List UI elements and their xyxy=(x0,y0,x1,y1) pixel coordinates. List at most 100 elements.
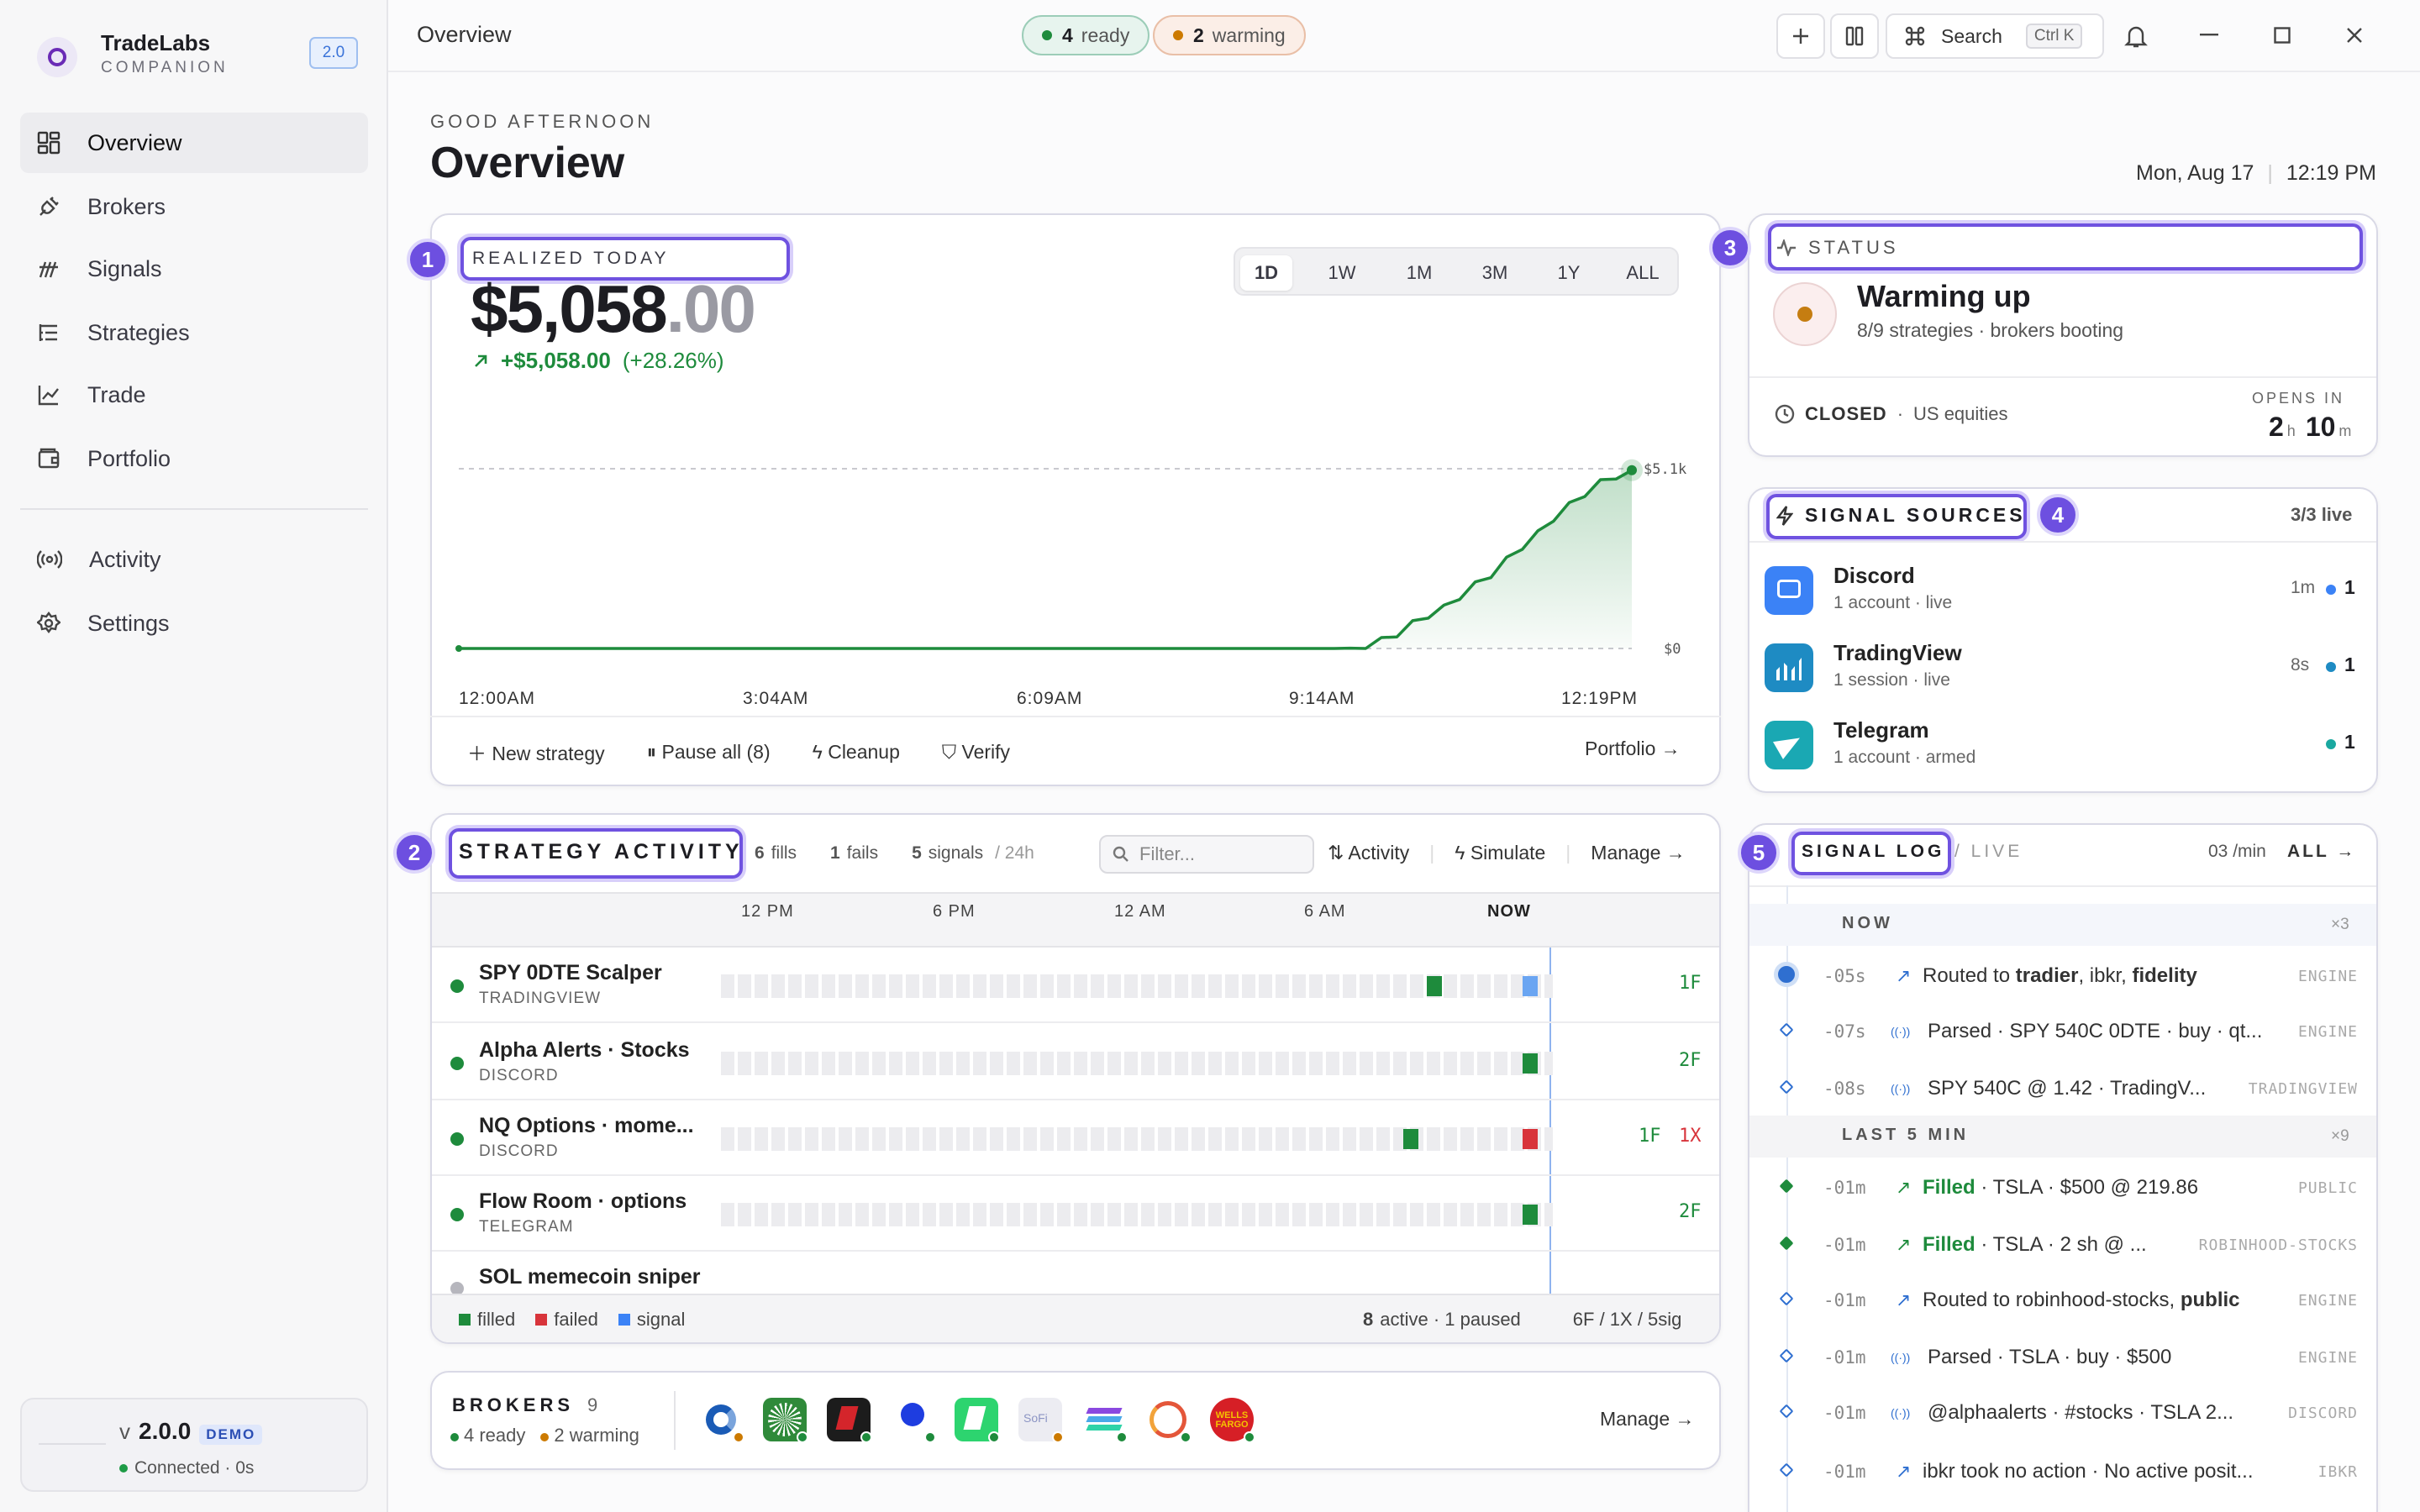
ready-label: ready xyxy=(1081,24,1130,46)
search-button[interactable]: Search Ctrl K xyxy=(1886,13,2104,59)
range-1w[interactable]: 1W xyxy=(1311,255,1373,291)
log-entry[interactable]: -08s ((·)) SPY 540C @ 1.42 · TradingV... TR… xyxy=(1823,1072,2358,1105)
broker-icon-ibkr[interactable] xyxy=(827,1398,872,1443)
sidebar-item-activity[interactable]: Activity xyxy=(20,529,368,590)
log-source-tag: ROBINHOOD-STOCKS xyxy=(2198,1236,2358,1254)
log-source-tag: ENGINE xyxy=(2297,1291,2358,1310)
version-prefix: v xyxy=(119,1419,130,1444)
activity-title: STRATEGY ACTIVITY xyxy=(459,840,744,864)
range-1d[interactable]: 1D xyxy=(1240,255,1292,291)
log-source-tag: IBKR xyxy=(2317,1462,2358,1481)
group-5m-label: LAST 5 MIN xyxy=(1842,1126,1970,1144)
start-point xyxy=(455,645,462,652)
source-row-telegram[interactable]: Telegram 1 account · armed 1 xyxy=(1765,712,2365,780)
log-entry[interactable]: -01m ↗ Filled · TSLA · 2 sh @ ... ROBINHOOD… xyxy=(1823,1228,2358,1262)
source-row-tradingview[interactable]: TradingView 1 session · live 8s 1 xyxy=(1765,635,2365,702)
ready-pill[interactable]: 4 ready xyxy=(1022,15,1150,55)
maximize-icon[interactable] xyxy=(2274,27,2291,44)
broker-icon-etrade[interactable] xyxy=(763,1398,808,1443)
strategy-source: DISCORD xyxy=(479,1142,559,1160)
strategy-row[interactable]: SPY 0DTE Scalper TRADINGVIEW 1F xyxy=(432,948,1719,1023)
log-entry[interactable]: -05s ↗ Routed to tradier, ibkr, fidelity EN… xyxy=(1823,959,2358,993)
status-state: Warming up xyxy=(1857,279,2031,313)
broker-status-dot xyxy=(1244,1431,1255,1443)
connected-dot xyxy=(119,1464,128,1473)
end-point[interactable] xyxy=(1627,465,1637,475)
sort-button[interactable]: ⇅ Activity xyxy=(1328,842,1409,864)
add-button[interactable] xyxy=(1776,13,1825,59)
fail-cell[interactable] xyxy=(1523,1129,1538,1149)
range-1y[interactable]: 1Y xyxy=(1538,255,1600,291)
strategy-row[interactable]: NQ Options · mome... DISCORD 1F 1X xyxy=(432,1100,1719,1176)
fill-cell[interactable] xyxy=(1523,1053,1538,1074)
broadcast-icon xyxy=(37,550,62,569)
sidebar-item-brokers[interactable]: Brokers xyxy=(20,176,368,237)
log-entry[interactable]: -01m ((·)) @alphaalerts · #stocks · TSLA 2… xyxy=(1823,1396,2358,1430)
log-entry[interactable]: -01m ↗ ibkr took no action · No active pos… xyxy=(1823,1455,2358,1488)
new-strategy-button[interactable]: ＋ New strategy xyxy=(467,738,605,766)
log-entry[interactable]: -01m ((·)) Parsed · TSLA · buy · $500 ENGIN… xyxy=(1823,1341,2358,1374)
log-text: SPY 540C @ 1.42 · TradingV... xyxy=(1928,1077,2207,1100)
result-count: 2F xyxy=(1679,1050,1702,1071)
broker-icon-wellsfargo[interactable]: WELLS FARGO xyxy=(1210,1398,1255,1443)
sidebar-item-label: Brokers xyxy=(87,193,166,219)
broadcast-icon: ((·)) xyxy=(1891,1406,1911,1420)
broker-icon-public[interactable] xyxy=(891,1398,936,1443)
legend-swatch xyxy=(618,1314,630,1326)
sidebar-item-portfolio[interactable]: Portfolio xyxy=(20,428,368,489)
opens-label: OPENS IN xyxy=(2252,390,2345,407)
bell-icon[interactable] xyxy=(2124,24,2148,49)
broker-icon-tradier[interactable] xyxy=(1146,1398,1192,1443)
log-text: ibkr took no action · No active posit... xyxy=(1923,1460,2254,1483)
grid-icon xyxy=(37,131,60,155)
sidebar-item-trade[interactable]: Trade xyxy=(20,365,368,425)
signal-cell[interactable] xyxy=(1523,976,1538,996)
date-label: Mon, Aug 17 xyxy=(2136,161,2254,185)
range-all[interactable]: ALL xyxy=(1612,255,1674,291)
source-row-discord[interactable]: Discord 1 account · live 1m 1 xyxy=(1765,558,2365,625)
strategy-row[interactable]: Flow Room · options TELEGRAM 2F xyxy=(432,1176,1719,1252)
fill-cell[interactable] xyxy=(1403,1129,1418,1149)
broker-icon-sofi[interactable]: SoFi xyxy=(1018,1398,1064,1443)
simulate-button[interactable]: ϟ Simulate xyxy=(1455,842,1545,864)
filter-input[interactable]: Filter... xyxy=(1099,835,1314,874)
top-bar: Overview 4 ready 2 warming Search Ctrl K xyxy=(388,0,2420,72)
manage-brokers-button[interactable]: Manage → xyxy=(1600,1408,1695,1431)
realized-actions: ＋ New strategy ⏸ Pause all (8) ϟ Cleanup… xyxy=(467,738,1010,766)
sidebar-item-settings[interactable]: Settings xyxy=(20,593,368,654)
strategy-row[interactable]: Alpha Alerts · Stocks DISCORD 2F xyxy=(432,1025,1719,1100)
group-now-label: NOW xyxy=(1842,914,1893,932)
log-entry[interactable]: -07s ((·)) Parsed · SPY 540C 0DTE · buy · … xyxy=(1823,1015,2358,1048)
change-amount: +$5,058.00 xyxy=(501,348,611,373)
log-time: -05s xyxy=(1823,966,1866,986)
range-3m[interactable]: 3M xyxy=(1464,255,1526,291)
log-entry[interactable]: -01m ↗ Filled · TSLA · $500 @ 219.86 PUBLIC xyxy=(1823,1171,2358,1205)
fill-cell[interactable] xyxy=(1523,1205,1538,1225)
pause-all-button[interactable]: ⏸ Pause all (8) xyxy=(647,741,771,764)
minimize-icon[interactable] xyxy=(2200,34,2218,37)
log-entry[interactable]: -01m ↗ Routed to robinhood-stocks, public E… xyxy=(1823,1284,2358,1317)
columns-button[interactable] xyxy=(1830,13,1879,59)
sidebar-item-overview[interactable]: Overview xyxy=(20,113,368,173)
manage-strategies-button[interactable]: Manage → xyxy=(1591,842,1686,864)
portfolio-link[interactable]: Portfolio → xyxy=(1585,738,1681,760)
range-1m[interactable]: 1M xyxy=(1388,255,1450,291)
warming-pill[interactable]: 2 warming xyxy=(1153,15,1306,55)
log-time: -01m xyxy=(1823,1290,1866,1310)
cleanup-button[interactable]: ϟ Cleanup xyxy=(813,741,900,764)
fill-cell[interactable] xyxy=(1427,976,1442,996)
close-icon[interactable] xyxy=(2346,27,2363,44)
connection-status: Connected · 0s xyxy=(134,1458,255,1478)
broker-icon-robinhood[interactable] xyxy=(955,1398,1000,1443)
sidebar-item-label: Overview xyxy=(87,129,182,155)
sidebar-item-signals[interactable]: Signals xyxy=(20,239,368,299)
log-filter-button[interactable]: ALL → xyxy=(2287,842,2356,862)
broker-icon-solana[interactable] xyxy=(1082,1398,1128,1443)
log-time: -01m xyxy=(1823,1403,1866,1423)
log-text: Filled · TSLA · $500 @ 219.86 xyxy=(1923,1176,2199,1199)
x-tick-label: 6:09AM xyxy=(1017,689,1082,708)
sidebar-item-strategies[interactable]: Strategies xyxy=(20,302,368,363)
verify-button[interactable]: ⛉ Verify xyxy=(942,741,1010,764)
broker-icon-chase[interactable] xyxy=(699,1398,744,1443)
search-label: Search xyxy=(1941,24,2002,47)
